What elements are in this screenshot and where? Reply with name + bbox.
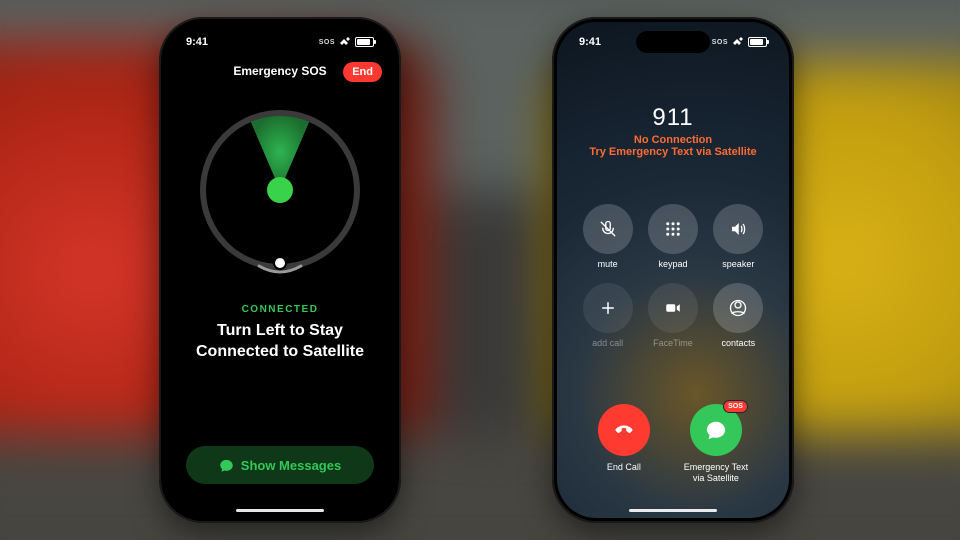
status-time: 9:41 [186,36,208,48]
home-indicator[interactable] [236,509,324,512]
satellite-icon [732,36,744,48]
chat-bubble-icon [705,419,727,441]
call-controls-grid: mute keypad speaker add call FaceTime [581,204,765,348]
no-connection-label: No Connection [557,134,789,146]
keypad-icon [664,220,682,238]
page-title: Emergency SOS [233,64,326,78]
speaker-button[interactable]: speaker [713,204,763,269]
heading-indicator [257,264,303,276]
mute-button[interactable]: mute [583,204,633,269]
status-sos-label: SOS [319,39,335,46]
contacts-label: contacts [722,338,756,348]
speaker-icon [729,220,747,238]
battery-icon [355,37,374,47]
connection-status-block: CONNECTED Turn Left to Stay Connected to… [164,304,396,363]
contacts-icon [729,299,747,317]
bottom-action-row: End Call SOS Emergency Text via Satellit… [557,404,789,484]
home-indicator[interactable] [629,509,717,512]
phone-hangup-icon [613,419,635,441]
emergency-text-label: Emergency Text via Satellite [684,462,748,484]
heading-dot [273,256,287,270]
facetime-icon [664,299,682,317]
chat-bubble-icon [219,458,234,473]
add-call-button[interactable]: add call [583,283,633,348]
dynamic-island [636,31,710,53]
status-sos-label: SOS [712,39,728,46]
satellite-icon [339,36,351,48]
keypad-label: keypad [658,259,687,269]
add-call-label: add call [592,338,623,348]
show-messages-button[interactable]: Show Messages [186,446,374,484]
sos-header: Emergency SOS End [164,64,396,78]
sos-badge: SOS [723,400,748,413]
end-button[interactable]: End [343,62,382,82]
facetime-button[interactable]: FaceTime [648,283,698,348]
end-call-label: End Call [607,462,641,473]
call-header: 911 No Connection Try Emergency Text via… [557,104,789,158]
keypad-button[interactable]: keypad [648,204,698,269]
mute-icon [599,220,617,238]
call-screen: 9:41 SOS 911 No Connection Try Emergency… [557,22,789,518]
plus-icon [599,299,617,317]
mute-label: mute [598,259,618,269]
try-satellite-label: Try Emergency Text via Satellite [557,146,789,158]
speaker-label: speaker [722,259,754,269]
satellite-compass [200,110,360,270]
facetime-label: FaceTime [653,338,693,348]
dynamic-island [243,31,317,53]
connected-label: CONNECTED [164,304,396,315]
emergency-sos-screen: 9:41 SOS Emergency SOS End [164,22,396,518]
compass-center-dot [267,177,293,203]
show-messages-label: Show Messages [241,458,341,473]
status-time: 9:41 [579,36,601,48]
contacts-button[interactable]: contacts [713,283,763,348]
emergency-text-satellite-button[interactable]: SOS Emergency Text via Satellite [684,404,748,484]
dialed-number: 911 [557,104,789,132]
phone-call-screen: 9:41 SOS 911 No Connection Try Emergency… [552,17,794,523]
end-call-button[interactable]: End Call [598,404,650,484]
phone-emergency-sos: 9:41 SOS Emergency SOS End [159,17,401,523]
instruction-text: Turn Left to Stay Connected to Satellite [164,321,396,363]
background-blur [0,0,960,540]
battery-icon [748,37,767,47]
